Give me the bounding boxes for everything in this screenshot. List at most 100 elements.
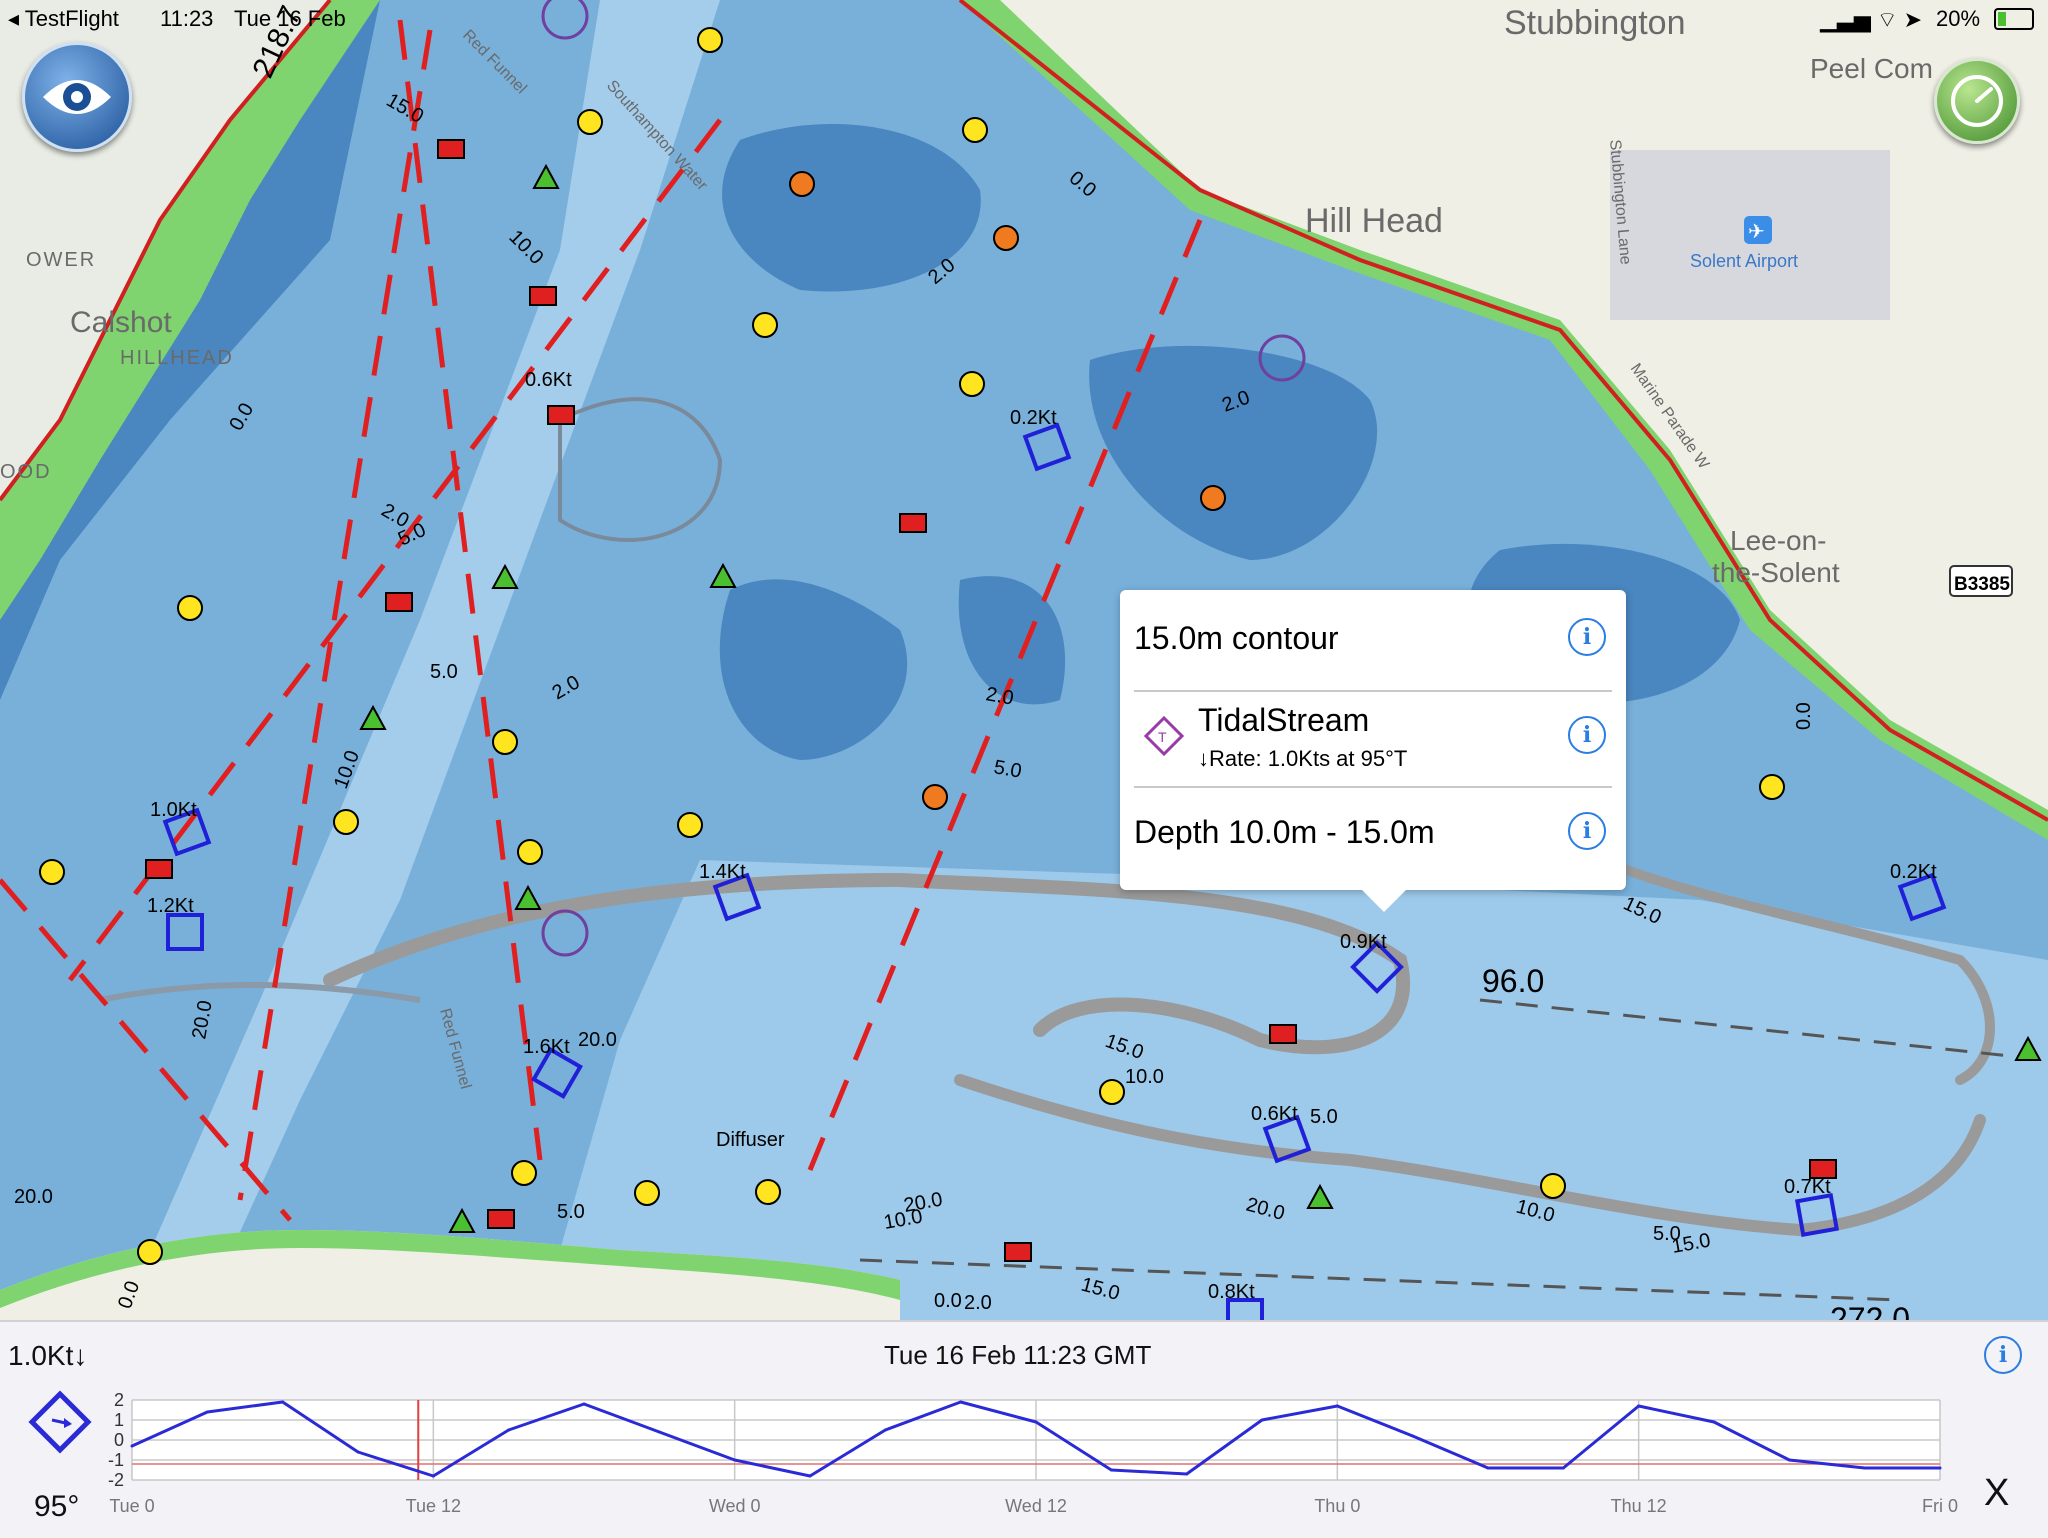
svg-text:Peel Com: Peel Com (1810, 53, 1933, 84)
svg-text:5.0: 5.0 (430, 661, 458, 683)
eye-icon (43, 80, 111, 114)
status-time: 11:23 (160, 6, 214, 31)
chart-data-point (1185, 1472, 1189, 1476)
svg-text:5.0: 5.0 (557, 1201, 585, 1223)
svg-text:T: T (1158, 729, 1167, 745)
popup-tidal-title: TidalStream (1198, 702, 1370, 738)
svg-text:Diffuser: Diffuser (716, 1129, 785, 1151)
panel-timestamp: Tue 16 Feb 11:23 GMT (884, 1340, 1152, 1370)
tidal-info-button[interactable]: i (1568, 716, 1606, 754)
x-tick-label: Wed 0 (709, 1496, 761, 1516)
x-tick-label: Fri 0 (1922, 1496, 1958, 1516)
popup-depth-row[interactable]: Depth 10.0m - 15.0m (1134, 814, 1612, 851)
svg-text:OWER: OWER (26, 249, 96, 271)
speedometer-button[interactable] (1934, 58, 2020, 144)
chart-data-point (657, 1430, 661, 1434)
chart-data-point (1335, 1404, 1339, 1408)
nautical-chart-map[interactable]: 0.6Kt 0.2Kt 1.0Kt 1.2Kt 1.4Kt 0.9Kt 0.2K… (0, 0, 2048, 1320)
svg-text:20.0: 20.0 (14, 1186, 53, 1208)
popup-depth-title: Depth 10.0m - 15.0m (1134, 814, 1435, 850)
feature-info-popup: 15.0m contour i T TidalStream ↓Rate: 1.0… (1120, 590, 1626, 912)
svg-text:1.6Kt: 1.6Kt (523, 1036, 570, 1058)
x-tick-label: Thu 0 (1314, 1496, 1360, 1516)
signal-icon: ▁▃▅ ⌔ ➤ (1820, 7, 1923, 32)
chart-data-point (883, 1428, 887, 1432)
battery-icon (1994, 8, 2034, 30)
chart-data-point (507, 1428, 511, 1432)
svg-text:20.0: 20.0 (578, 1029, 617, 1051)
chart-data-point (1486, 1466, 1490, 1470)
x-tick-label: Tue 12 (406, 1496, 461, 1516)
y-tick-label: 1 (114, 1410, 124, 1430)
contour-info-button[interactable]: i (1568, 618, 1606, 656)
svg-text:272.0: 272.0 (1830, 1301, 1910, 1320)
tidal-stream-icon: T (1143, 715, 1185, 757)
tidal-stream-panel: 1.0Kt↓ Tue 16 Feb 11:23 GMT i 95° X 210-… (0, 1320, 2048, 1538)
svg-text:Hill Head: Hill Head (1305, 202, 1443, 240)
chart-data-point (1938, 1466, 1942, 1470)
direction-degrees: 95° (34, 1490, 80, 1523)
x-tick-label: Wed 12 (1005, 1496, 1067, 1516)
popup-contour-row[interactable]: 15.0m contour (1134, 620, 1612, 657)
y-tick-label: -2 (108, 1470, 124, 1490)
status-date: Tue 16 Feb (234, 6, 346, 31)
svg-text:B3385: B3385 (1954, 574, 2010, 595)
svg-text:0.8Kt: 0.8Kt (1208, 1281, 1255, 1303)
svg-text:0.2Kt: 0.2Kt (1010, 407, 1057, 429)
x-tick-label: Tue 0 (109, 1496, 154, 1516)
svg-text:Solent Airport: Solent Airport (1690, 251, 1798, 271)
popup-contour-title: 15.0m contour (1134, 620, 1339, 656)
chart-data-point (130, 1444, 134, 1448)
status-bar: ◂ TestFlight 11:23 Tue 16 Feb ▁▃▅ ⌔ ➤ 20… (0, 0, 2048, 36)
tide-panel-info-button[interactable]: i (1984, 1336, 2022, 1374)
current-rate: 1.0Kt↓ (8, 1340, 88, 1371)
svg-text:2.0: 2.0 (964, 1292, 992, 1314)
svg-text:0.0: 0.0 (1793, 702, 1815, 730)
y-tick-label: 2 (114, 1390, 124, 1410)
chart-data-point (1712, 1420, 1716, 1424)
chart-data-point (431, 1474, 435, 1478)
chart-data-point (1034, 1420, 1038, 1424)
svg-text:1.2Kt: 1.2Kt (147, 895, 194, 917)
popup-tidal-row[interactable]: TidalStream (1198, 702, 1578, 739)
view-toggle-button[interactable] (22, 42, 132, 152)
svg-text:0.2Kt: 0.2Kt (1890, 861, 1937, 883)
svg-text:5.0: 5.0 (1310, 1106, 1338, 1128)
chart-data-point (1863, 1466, 1867, 1470)
svg-text:10.0: 10.0 (1125, 1066, 1164, 1088)
chart-data-point (1109, 1468, 1113, 1472)
depth-info-button[interactable]: i (1568, 812, 1606, 850)
chart-data-point (1260, 1418, 1264, 1422)
svg-text:Calshot: Calshot (70, 306, 172, 339)
chart-data-point (733, 1458, 737, 1462)
svg-text:Lee-on-: Lee-on- (1730, 525, 1827, 556)
chart-data-point (356, 1450, 360, 1454)
chart-data-point (281, 1400, 285, 1404)
svg-text:HILLHEAD: HILLHEAD (120, 347, 234, 369)
svg-text:0.9Kt: 0.9Kt (1340, 931, 1387, 953)
chart-data-point (1637, 1404, 1641, 1408)
chart-data-point (1411, 1434, 1415, 1438)
gauge-icon (1951, 75, 2003, 127)
popup-divider (1134, 786, 1612, 788)
svg-text:OOD: OOD (0, 461, 52, 483)
tidal-rate-chart[interactable]: 210-1-2 Tue 0 Tue 12 Wed 0 Wed 12 Thu 0 Thu 12… (80, 1390, 2040, 1520)
chart-data-point (582, 1402, 586, 1406)
chart-data-point (959, 1400, 963, 1404)
y-tick-label: 0 (114, 1430, 124, 1450)
svg-text:1.4Kt: 1.4Kt (699, 861, 746, 883)
svg-text:the-Solent: the-Solent (1712, 557, 1840, 588)
svg-text:0.0: 0.0 (934, 1290, 962, 1312)
popup-divider (1134, 690, 1612, 692)
svg-text:1.0Kt: 1.0Kt (150, 799, 197, 821)
chart-data-point (808, 1474, 812, 1478)
chart-data-point (205, 1410, 209, 1414)
back-to-app-link[interactable]: ◂ TestFlight (8, 6, 119, 32)
svg-text:✈: ✈ (1748, 221, 1765, 243)
popup-tidal-rate: ↓Rate: 1.0Kts at 95°T (1198, 746, 1408, 771)
svg-text:0.6Kt: 0.6Kt (1251, 1103, 1298, 1125)
battery-percent: 20% (1936, 6, 1981, 31)
chart-data-point (1787, 1458, 1791, 1462)
svg-text:96.0: 96.0 (1482, 963, 1544, 999)
chart-data-point (1561, 1466, 1565, 1470)
